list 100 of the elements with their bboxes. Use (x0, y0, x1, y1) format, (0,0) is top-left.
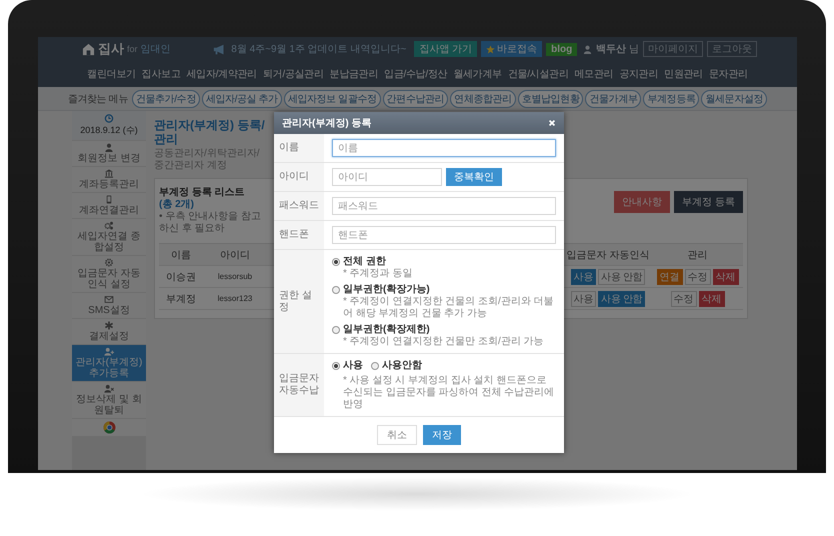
radio-option[interactable]: 사용 (332, 359, 363, 372)
sidebar-item[interactable]: 결제설정 (72, 319, 146, 344)
table-cell-text: 이승권 (165, 270, 197, 284)
table-cell-text: lessor123 (216, 294, 254, 303)
bank-icon (104, 169, 114, 178)
column-header: 아이디 (219, 248, 251, 262)
sidebar-item[interactable]: SMS설정 (72, 293, 146, 318)
field-label: 패스워드 (274, 192, 324, 220)
person-icon (583, 44, 592, 54)
house-logo-icon (82, 42, 95, 56)
toggle-button[interactable]: 사용 안함 (598, 290, 646, 306)
star-icon (486, 44, 496, 54)
option-note: * 주계정과 동일 (342, 268, 412, 280)
nav-menu-item[interactable]: 집사보고 (142, 67, 181, 81)
favorite-pill[interactable]: 세입자정보 일괄수정 (284, 90, 381, 108)
column-header: 이름 (170, 248, 192, 262)
radio-option[interactable]: 일부권한(확장제한) (332, 323, 544, 336)
modal-title: 관리자(부계정) 등록 (282, 117, 372, 130)
option-note: * 사용 설정 시 부계정의 집사 설치 핸드폰으로 수신되는 입금문자를 파싱하여 전체 수납관리에 반영 (342, 375, 556, 411)
table-cell-text: 부계정 (165, 292, 197, 306)
field-label: 이름 (274, 134, 324, 162)
column-header: 입금문자 자동인식 (566, 248, 650, 262)
gears-icon (104, 221, 114, 230)
input-field[interactable]: 아이디 (332, 168, 442, 186)
sidebar-item[interactable]: 계좌등록관리 (72, 167, 146, 192)
clock-icon (104, 114, 114, 123)
toggle-button[interactable]: 사용 (570, 268, 596, 284)
row-action-button[interactable]: 삭제 (698, 290, 724, 306)
favorite-pill[interactable]: 호별납입현황 (518, 90, 584, 108)
gear-icon (104, 258, 114, 267)
nav-menu-item[interactable]: 퇴거/공실관리 (262, 67, 324, 81)
nav-menu-item[interactable]: 분납금관리 (330, 67, 378, 81)
toggle-button[interactable]: 사용 (570, 290, 596, 306)
user-name: 백두산 님 (596, 43, 639, 56)
row-action-button[interactable]: 수정 (684, 268, 710, 284)
nav-menu-item[interactable]: 세입자/계약관리 (186, 67, 257, 81)
circle-logo-icon (102, 421, 116, 434)
date-text: 2018.9.12 (수) (80, 124, 138, 137)
nav-menu-item[interactable]: 월세가계부 (453, 67, 502, 81)
column-header: 관리 (686, 248, 708, 262)
sidebar-item[interactable]: 회원정보 변경 (72, 141, 146, 166)
list-note: • 우측 안내사항을 참고하신 후 필요하 (159, 211, 262, 235)
list-title: 부계정 등록 리스트 (159, 187, 245, 198)
sidebar-item[interactable]: 정보삭제 및 회원탈퇴 (72, 382, 146, 418)
close-icon[interactable] (548, 119, 556, 127)
modal-button[interactable]: 저장 (423, 425, 461, 445)
favorites-label: 즐겨찾는 메뉴 (68, 92, 128, 106)
favorite-pill[interactable]: 건물추가/수정 (132, 90, 200, 108)
field-label: 아이디 (274, 163, 324, 191)
favorite-pill[interactable]: 간편수납관리 (382, 90, 448, 108)
header-button[interactable]: 바로접속 (481, 41, 542, 57)
nav-menu-item[interactable]: 건물/시설관리 (508, 67, 569, 81)
nav-menu-item[interactable]: 민원관리 (664, 67, 703, 81)
remove-user-icon (104, 384, 114, 393)
sidebar-item[interactable]: 입금문자 자동인식 설정 (72, 256, 146, 292)
page-title: 관리자(부계정) 등록/관리 (154, 118, 266, 146)
field-label: 권한 설정 (274, 250, 324, 353)
table-cell-text: lessorsub (216, 272, 254, 281)
radio-option[interactable]: 전체 권한 (332, 255, 412, 268)
nav-menu-item[interactable]: 메모관리 (574, 67, 614, 81)
input-field[interactable]: 이름 (332, 139, 556, 157)
input-field[interactable]: 핸드폰 (332, 226, 556, 244)
person-icon (104, 143, 114, 152)
nav-menu-item[interactable]: 입금/수납/정산 (384, 67, 448, 81)
sidebar-item[interactable]: 세입자연결 종합설정 (72, 219, 146, 255)
update-notice[interactable]: 8월 4주~9월 1주 업데이트 내역입니다~ (231, 42, 406, 56)
modal-button[interactable]: 취소 (377, 425, 417, 445)
header-button[interactable]: blog (546, 42, 578, 56)
radio-option[interactable]: 사용안함 (371, 359, 422, 372)
favorite-pill[interactable]: 월세문자설정 (701, 90, 768, 108)
favorite-pill[interactable]: 세입자/공실 추가 (202, 90, 282, 108)
add-user-icon (104, 347, 114, 356)
row-action-button[interactable]: 삭제 (712, 268, 738, 284)
row-action-button[interactable]: 수정 (670, 290, 696, 306)
favorite-pill[interactable]: 연체종합관리 (450, 90, 516, 108)
logo-subtitle: 임대인 (140, 43, 171, 56)
favorite-pill[interactable]: 부계정등록 (643, 90, 700, 108)
list-action-button[interactable]: 안내사항 (614, 191, 670, 213)
check-duplicate-button[interactable]: 중복확인 (446, 168, 502, 186)
field-label: 입금문자 자동수납 (274, 354, 324, 416)
favorite-pill[interactable]: 건물가계부 (585, 90, 642, 108)
logo-text: 집사 (98, 40, 124, 58)
nav-menu-item[interactable]: 캘린더보기 (87, 67, 136, 81)
toggle-button[interactable]: 사용 안함 (598, 268, 646, 284)
header-button[interactable]: 집사앱 가기 (414, 41, 478, 57)
input-field[interactable]: 패스워드 (332, 197, 556, 215)
phone-icon (104, 195, 114, 204)
option-note: * 주계정이 연결지정한 건물의 조회/관리와 더불어 해당 부계정의 건물 추가 가능 (342, 296, 555, 320)
nav-menu-item[interactable]: 문자관리 (708, 67, 748, 81)
option-note: * 주계정이 연결지정한 건물만 조회/관리 가능 (342, 336, 544, 348)
radio-option[interactable]: 일부권한(확장가능) (332, 283, 556, 296)
asterisk-icon (104, 321, 114, 330)
list-action-button[interactable]: 부계정 등록 (674, 191, 743, 213)
envelope-icon (104, 295, 114, 304)
field-label: 핸드폰 (274, 221, 324, 249)
row-action-button[interactable]: 연결 (656, 268, 682, 284)
nav-menu-item[interactable]: 공지관리 (619, 67, 658, 81)
sidebar-item[interactable]: 관리자(부계정) 추가등록 (72, 345, 146, 381)
sidebar-item[interactable]: 계좌연결관리 (72, 193, 146, 218)
list-count: (총 2개) (159, 199, 195, 211)
